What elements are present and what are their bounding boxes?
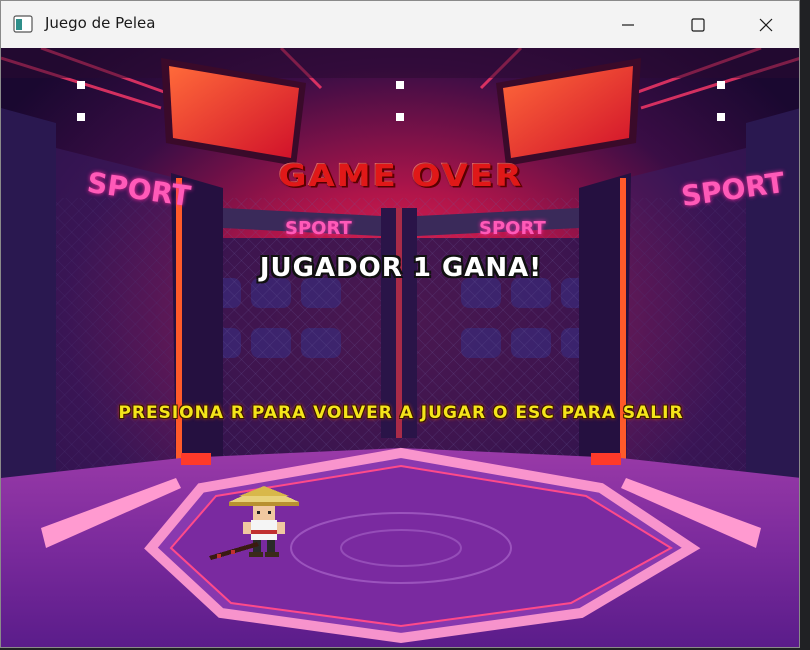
window-title: Juego de Pelea — [45, 14, 156, 32]
game-over-title: GAME OVER — [278, 158, 524, 194]
close-icon — [759, 18, 773, 31]
restart-prompt: PRESIONA R PARA VOLVER A JUGAR O ESC PAR… — [118, 403, 684, 423]
arena-background — [1, 48, 799, 647]
maximize-button[interactable] — [663, 1, 733, 48]
sign-sport-inner-left: SPORT — [285, 218, 352, 239]
app-icon — [13, 15, 33, 33]
fighter-sprite — [209, 486, 299, 560]
minimize-icon — [622, 23, 634, 26]
sign-sport-inner-right: SPORT — [479, 218, 546, 239]
game-window: Juego de Pelea SPORT SPORT SPORT SPORT G… — [0, 0, 800, 648]
minimize-button[interactable] — [593, 1, 663, 48]
winner-message: JUGADOR 1 GANA! — [259, 253, 543, 283]
maximize-icon — [691, 17, 705, 32]
game-canvas[interactable]: SPORT SPORT SPORT SPORT GAME OVER JUGADO… — [1, 48, 799, 647]
title-bar[interactable]: Juego de Pelea — [1, 1, 799, 48]
close-button[interactable] — [731, 1, 799, 48]
